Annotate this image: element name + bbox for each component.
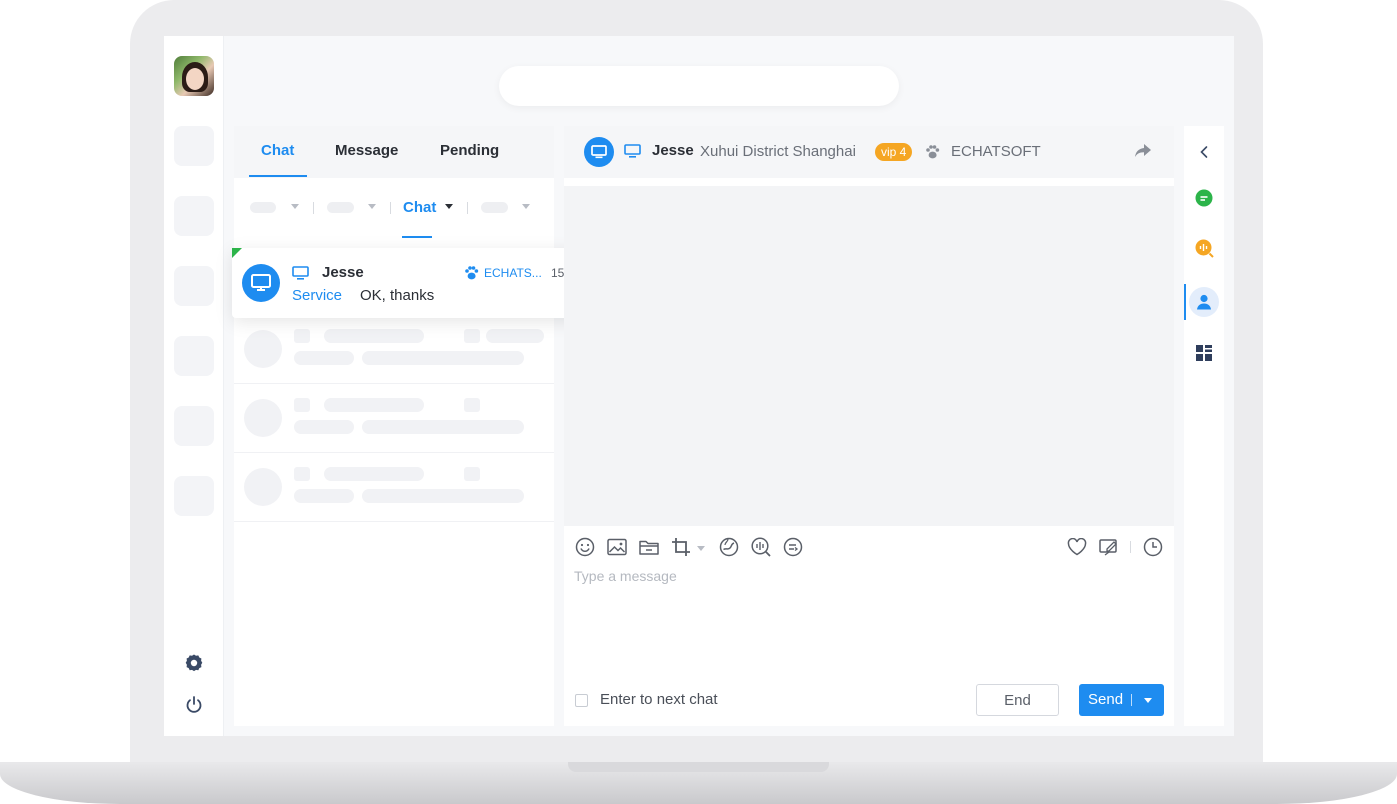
nav-slot-4[interactable] <box>174 336 214 376</box>
quick-reply-icon[interactable] <box>782 536 804 558</box>
edit-icon[interactable] <box>1098 536 1120 558</box>
nav-slot-5[interactable] <box>174 406 214 446</box>
power-icon[interactable] <box>182 693 206 717</box>
right-rail <box>1184 126 1224 726</box>
send-label[interactable]: Send <box>1088 691 1123 708</box>
enter-next-checkbox[interactable] <box>575 694 588 707</box>
favorite-icon[interactable] <box>1066 536 1088 558</box>
vip-badge: vip 4 <box>875 143 913 161</box>
visitor-avatar <box>242 264 280 302</box>
desktop-icon <box>292 266 309 285</box>
list-item[interactable] <box>234 315 554 384</box>
apps-icon[interactable] <box>1192 341 1216 365</box>
composer: Type a message Enter to next chat End Se… <box>564 526 1174 726</box>
filter-1[interactable] <box>250 202 276 213</box>
image-icon[interactable] <box>606 536 628 558</box>
online-indicator <box>232 248 242 258</box>
desktop-icon <box>591 145 607 159</box>
message-area <box>564 186 1174 526</box>
enter-next-label[interactable]: Enter to next chat <box>600 691 718 708</box>
visitor-avatar <box>584 137 614 167</box>
user-icon[interactable] <box>1192 290 1216 314</box>
send-button[interactable]: Send <box>1079 684 1164 716</box>
laptop-notch <box>568 762 829 772</box>
conversation-header: Jesse Xuhui District Shanghai vip 4 ECHA… <box>564 126 1174 178</box>
chevron-down-icon <box>445 204 453 209</box>
last-message: OK, thanks <box>360 287 435 304</box>
divider <box>313 202 314 214</box>
nav-slot-1[interactable] <box>174 126 214 166</box>
nav-rail <box>164 36 224 736</box>
chevron-down-icon <box>291 204 299 209</box>
chevron-down-icon[interactable] <box>697 546 705 551</box>
list-item[interactable] <box>234 384 554 453</box>
desktop-icon <box>251 274 271 291</box>
clock-icon[interactable] <box>1142 536 1164 558</box>
chevron-down-icon <box>522 204 530 209</box>
emoji-icon[interactable] <box>574 536 596 558</box>
folder-icon[interactable] <box>638 536 660 558</box>
message-input[interactable]: Type a message <box>574 568 677 584</box>
sender-label: Service <box>292 287 343 304</box>
visitor-name: Jesse <box>322 264 364 281</box>
screenshot-icon[interactable] <box>670 536 692 558</box>
search-input[interactable] <box>499 66 899 106</box>
tab-pending[interactable]: Pending <box>440 142 499 159</box>
avatar-face <box>186 68 204 90</box>
divider <box>1131 694 1132 706</box>
nav-slot-2[interactable] <box>174 196 214 236</box>
send-options-chevron-icon[interactable] <box>1144 698 1152 703</box>
tab-active-indicator <box>249 175 307 177</box>
divider <box>1130 541 1131 553</box>
collapse-icon[interactable] <box>1192 140 1216 164</box>
end-chat-button[interactable]: End <box>976 684 1059 716</box>
conversation-panel: Jesse Xuhui District Shanghai vip 4 ECHA… <box>564 126 1174 726</box>
nav-slot-3[interactable] <box>174 266 214 306</box>
chat-list-panel: Chat Message Pending Chat <box>234 126 554 726</box>
chevron-down-icon <box>368 204 376 209</box>
tab-chat[interactable]: Chat <box>261 142 294 159</box>
list-item[interactable] <box>234 453 554 522</box>
source-channel: ECHATSOFT <box>951 143 1041 160</box>
list-tabs: Chat Message Pending <box>234 126 554 178</box>
baidu-paw-icon <box>464 266 479 285</box>
active-chat-card[interactable]: Jesse ECHATS... 15’ 03” Service OK, than… <box>232 248 602 318</box>
share-icon[interactable] <box>1134 143 1152 164</box>
voice-icon[interactable] <box>750 536 772 558</box>
app-screen: Chat Message Pending Chat Jesse ECHATS..… <box>164 36 1234 736</box>
visitor-location: Xuhui District Shanghai <box>700 143 856 160</box>
desktop-icon <box>624 144 641 163</box>
source-channel: ECHATS... <box>484 266 542 280</box>
voice-bubble-icon[interactable] <box>1192 236 1216 260</box>
active-tab-indicator <box>1184 284 1186 320</box>
filter-2[interactable] <box>327 202 354 213</box>
settings-icon[interactable] <box>182 651 206 675</box>
visitor-name: Jesse <box>652 142 694 159</box>
tab-message[interactable]: Message <box>335 142 398 159</box>
history-icon[interactable] <box>718 536 740 558</box>
baidu-paw-icon <box>925 145 940 164</box>
nav-slot-6[interactable] <box>174 476 214 516</box>
filter-3[interactable] <box>481 202 508 213</box>
agent-avatar[interactable] <box>174 56 214 96</box>
chat-bubble-icon[interactable] <box>1192 186 1216 210</box>
divider <box>467 202 468 214</box>
filter-active-indicator <box>402 236 432 238</box>
filter-chat[interactable]: Chat <box>403 199 436 216</box>
divider <box>390 202 391 214</box>
